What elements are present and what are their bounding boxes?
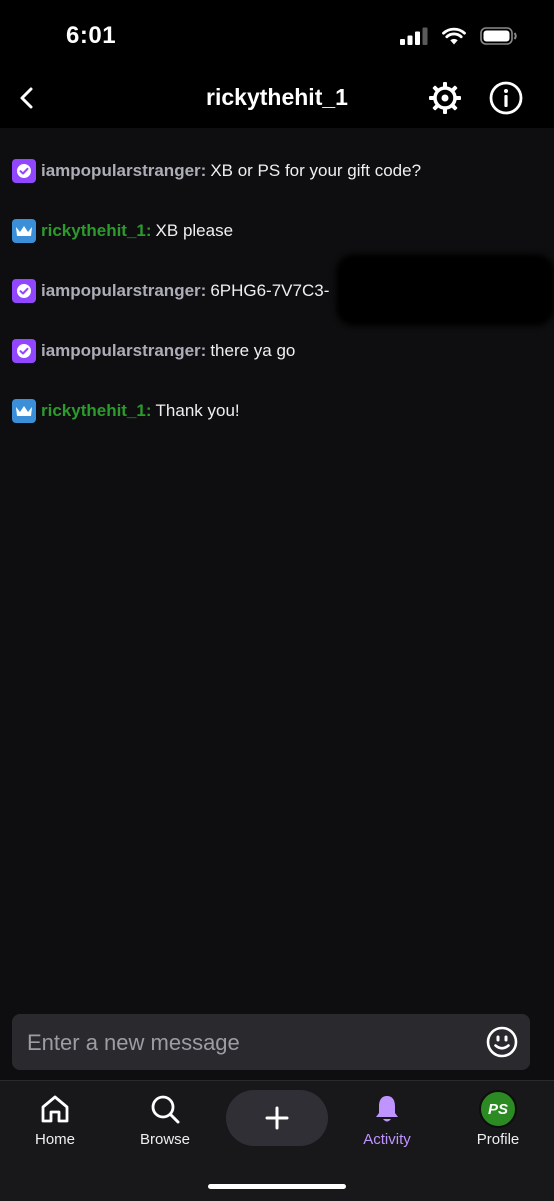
search-icon [151, 1095, 180, 1124]
create-button[interactable] [226, 1090, 328, 1146]
nav-home-label: Home [34, 1131, 75, 1148]
message-username[interactable]: iampopularstranger: [41, 341, 206, 361]
message-text: Thank you! [155, 401, 240, 420]
nav-profile[interactable]: PS Profile [453, 1089, 543, 1148]
battery-icon [480, 27, 517, 45]
plus-icon [265, 1106, 289, 1130]
info-button[interactable] [488, 80, 524, 116]
nav-home[interactable]: Home [10, 1089, 100, 1148]
emoji-button[interactable] [486, 1026, 518, 1058]
nav-browse-label: Browse [139, 1131, 191, 1148]
nav-activity-label: Activity [363, 1131, 411, 1148]
nav-activity[interactable]: Activity [342, 1089, 432, 1148]
home-icon [41, 1095, 69, 1123]
message-text: XB please [155, 221, 234, 240]
info-icon [489, 81, 523, 115]
chat-message: rickythehit_1: XB please [12, 218, 233, 244]
message-text: XB or PS for your gift code? [210, 161, 422, 180]
chat-message: iampopularstranger: there ya go [12, 338, 295, 364]
status-icons [400, 27, 518, 45]
avatar: PS [479, 1090, 517, 1128]
chat-header: rickythehit_1 [0, 70, 554, 128]
message-username[interactable]: rickythehit_1: [41, 401, 152, 421]
smiley-icon [486, 1026, 518, 1058]
redaction-mark [336, 254, 554, 326]
signal-icon [400, 27, 428, 45]
chat-message: iampopularstranger: 6PHG6-7V7C3- [12, 278, 329, 304]
verified-badge-icon [12, 159, 36, 183]
nav-profile-label: Profile [476, 1131, 520, 1148]
message-username[interactable]: iampopularstranger: [41, 281, 206, 301]
message-username[interactable]: rickythehit_1: [41, 221, 152, 241]
verified-badge-icon [12, 339, 36, 363]
bottom-nav: Home Browse Activity PS Profile [0, 1080, 554, 1201]
status-bar: 6:01 [0, 0, 554, 70]
message-composer [12, 1014, 530, 1072]
home-indicator[interactable] [208, 1184, 346, 1189]
message-input[interactable] [12, 1014, 489, 1072]
page-title: rickythehit_1 [206, 84, 348, 110]
message-username[interactable]: iampopularstranger: [41, 161, 206, 181]
bell-icon [376, 1096, 398, 1122]
settings-button[interactable] [427, 80, 463, 116]
crown-badge-icon [12, 219, 36, 243]
message-text: 6PHG6-7V7C3- [210, 281, 330, 300]
nav-browse[interactable]: Browse [120, 1089, 210, 1148]
chat-message: iampopularstranger: XB or PS for your gi… [12, 158, 421, 184]
verified-badge-icon [12, 279, 36, 303]
gear-icon [429, 82, 461, 114]
status-time: 6:01 [66, 22, 117, 49]
chat-message: rickythehit_1: Thank you! [12, 398, 240, 424]
crown-badge-icon [12, 399, 36, 423]
wifi-icon [442, 27, 466, 45]
message-text: there ya go [210, 341, 296, 360]
